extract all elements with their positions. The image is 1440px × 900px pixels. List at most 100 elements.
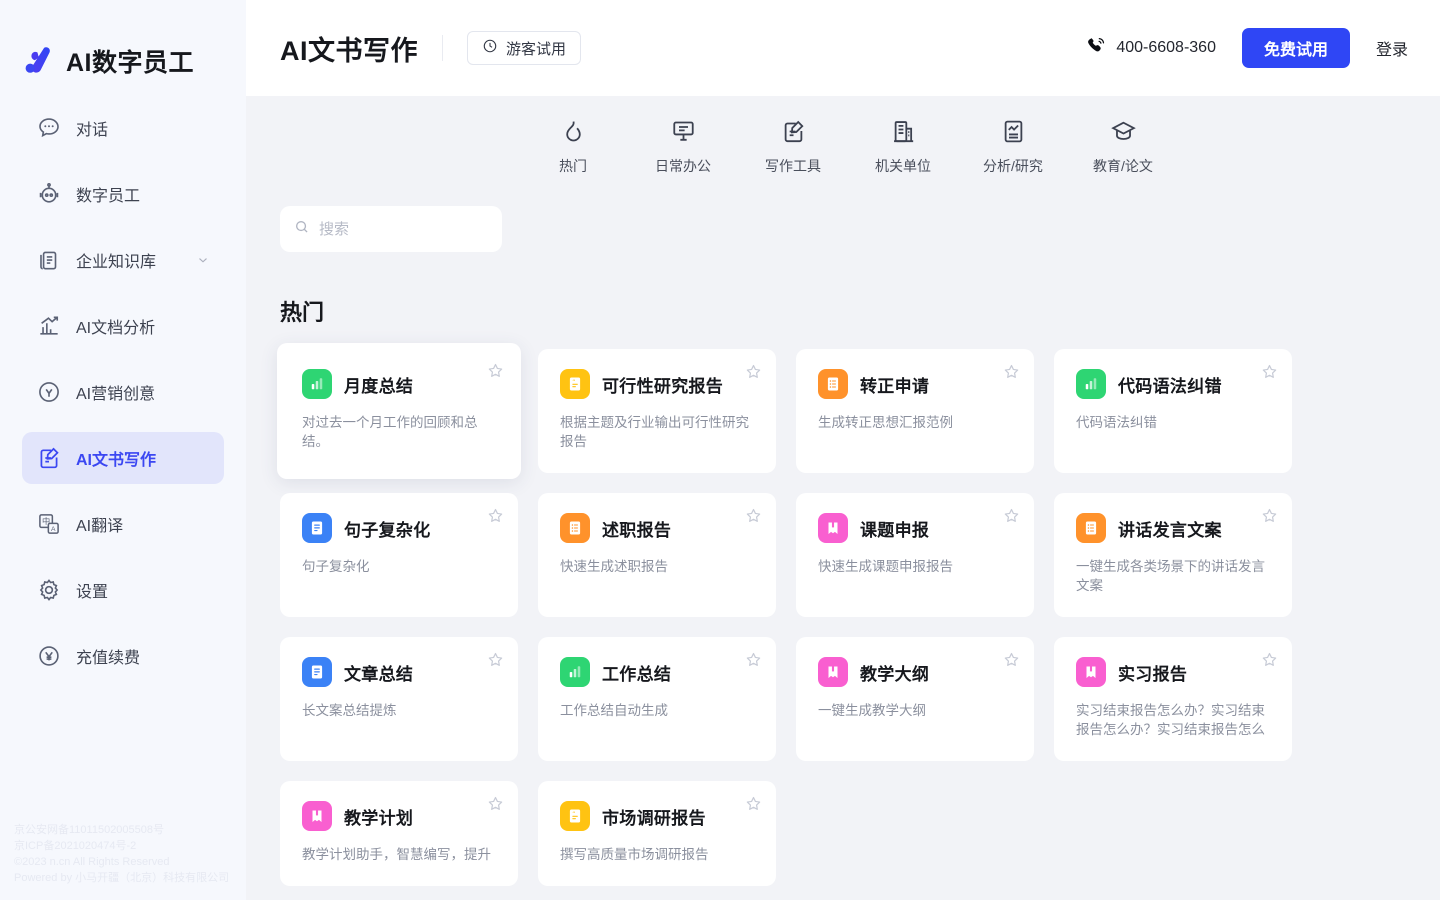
template-card[interactable]: “ 市场调研报告 撰写高质量市场调研报告 (538, 781, 776, 886)
favorite-star-icon[interactable] (745, 795, 762, 812)
template-card[interactable]: 教学大纲 一键生成教学大纲 (796, 637, 1034, 761)
sidebar-item-dialogue[interactable]: 对话 (22, 102, 224, 154)
template-card[interactable]: 工作总结 工作总结自动生成 (538, 637, 776, 761)
template-card[interactable]: 述职报告 快速生成述职报告 (538, 493, 776, 617)
favorite-star-icon[interactable] (1003, 651, 1020, 668)
template-card[interactable]: “ 可行性研究报告 根据主题及行业输出可行性研究报告 (538, 349, 776, 473)
category-tab-analysis-research[interactable]: 分析/研究 (958, 108, 1068, 176)
book-icon (818, 657, 848, 687)
chevron-down-icon[interactable] (196, 253, 210, 267)
card-description: 对过去一个月工作的回顾和总结。 (302, 413, 498, 451)
template-card[interactable]: 转正申请 生成转正思想汇报范例 (796, 349, 1034, 473)
card-title: 文章总结 (344, 660, 413, 685)
card-description: 生成转正思想汇报范例 (818, 413, 1014, 432)
card-description: 句子复杂化 (302, 557, 498, 576)
login-link[interactable]: 登录 (1376, 36, 1408, 60)
presentation-icon (628, 116, 738, 146)
favorite-star-icon[interactable] (1003, 507, 1020, 524)
brand[interactable]: AI数字员工 (0, 0, 246, 96)
favorite-star-icon[interactable] (1261, 363, 1278, 380)
category-tab-writing-tools[interactable]: 写作工具 (738, 108, 848, 176)
sidebar-item-recharge[interactable]: 充值续费 (22, 630, 224, 682)
template-card[interactable]: 代码语法纠错 代码语法纠错 (1054, 349, 1292, 473)
card-header: 句子复杂化 (302, 513, 498, 543)
quote-doc-icon: “ (560, 369, 590, 399)
sidebar-item-knowledge-base[interactable]: 企业知识库 (22, 234, 224, 286)
template-card[interactable]: 讲话发言文案 一键生成各类场景下的讲话发言文案 (1054, 493, 1292, 617)
page-title: AI文书写作 (280, 29, 418, 68)
card-header: 转正申请 (818, 369, 1014, 399)
favorite-star-icon[interactable] (487, 507, 504, 524)
card-title: 转正申请 (860, 372, 929, 397)
category-tab-label: 写作工具 (738, 156, 848, 176)
card-header: 讲话发言文案 (1076, 513, 1272, 543)
robot-icon (36, 181, 62, 207)
header-actions: 400-6608-360 免费试用 登录 (1086, 28, 1408, 68)
book-icon (1076, 657, 1106, 687)
favorite-star-icon[interactable] (487, 362, 504, 379)
chart-doc-icon (1076, 369, 1106, 399)
template-card[interactable]: 实习报告 实习结束报告怎么办？实习结束报告怎么办？实习结束报告怎么 (1054, 637, 1292, 761)
category-tab-government[interactable]: 机关单位 (848, 108, 958, 176)
sidebar-item-label: AI营销创意 (76, 380, 210, 404)
chart-doc-icon (302, 369, 332, 399)
sidebar-item-settings[interactable]: 设置 (22, 564, 224, 616)
favorite-star-icon[interactable] (745, 507, 762, 524)
category-tabs: 热门 日常办公 写作工具 (246, 96, 1440, 176)
guest-trial-label: 游客试用 (506, 38, 566, 59)
template-card[interactable]: 课题申报 快速生成课题申报报告 (796, 493, 1034, 617)
list-doc-icon (1076, 513, 1106, 543)
phone-icon (1086, 36, 1106, 61)
card-description: 代码语法纠错 (1076, 413, 1272, 432)
category-tab-label: 教育/论文 (1068, 156, 1178, 176)
chat-bubble-icon (36, 115, 62, 141)
category-tab-label: 热门 (518, 156, 628, 176)
category-tab-daily-office[interactable]: 日常办公 (628, 108, 738, 176)
header-divider (442, 35, 443, 61)
card-title: 句子复杂化 (344, 516, 431, 541)
card-description: 撰写高质量市场调研报告 (560, 845, 756, 864)
template-card[interactable]: 月度总结 对过去一个月工作的回顾和总结。 (277, 343, 521, 479)
sidebar-item-document-analysis[interactable]: AI文档分析 (22, 300, 224, 352)
free-trial-button[interactable]: 免费试用 (1242, 28, 1350, 68)
footer-line: 京公安网备11011502005508号 (14, 822, 229, 838)
search-input[interactable] (319, 221, 488, 238)
card-header: 文章总结 (302, 657, 498, 687)
sidebar-footer: 京公安网备11011502005508号 京ICP备2021020474号-2 … (14, 822, 229, 886)
chart-analysis-icon (36, 313, 62, 339)
card-header: 月度总结 (302, 369, 498, 399)
document-edit-icon (36, 445, 62, 471)
brand-logo-icon (22, 44, 56, 78)
support-phone[interactable]: 400-6608-360 (1086, 36, 1216, 61)
template-card[interactable]: 文章总结 长文案总结提炼 (280, 637, 518, 761)
guest-trial-button[interactable]: 游客试用 (467, 31, 581, 65)
sidebar-item-marketing-creative[interactable]: AI营销创意 (22, 366, 224, 418)
sidebar-item-digital-employee[interactable]: 数字员工 (22, 168, 224, 220)
favorite-star-icon[interactable] (487, 651, 504, 668)
card-header: 课题申报 (818, 513, 1014, 543)
search-area (246, 176, 1440, 252)
favorite-star-icon[interactable] (745, 651, 762, 668)
template-card[interactable]: 教学计划 教学计划助手，智慧编写，提升 (280, 781, 518, 886)
favorite-star-icon[interactable] (1003, 363, 1020, 380)
card-description: 一键生成各类场景下的讲话发言文案 (1076, 557, 1272, 595)
category-tab-hot[interactable]: 热门 (518, 108, 628, 176)
sidebar-item-document-writing[interactable]: AI文书写作 (22, 432, 224, 484)
svg-text:A: A (51, 526, 56, 533)
knowledge-base-icon (36, 247, 62, 273)
search-box[interactable] (280, 206, 502, 252)
favorite-star-icon[interactable] (1261, 507, 1278, 524)
yuan-coin-icon (36, 643, 62, 669)
favorite-star-icon[interactable] (745, 363, 762, 380)
card-header: 教学大纲 (818, 657, 1014, 687)
list-doc-icon (818, 369, 848, 399)
favorite-star-icon[interactable] (1261, 651, 1278, 668)
sidebar-item-translate[interactable]: 中A AI翻译 (22, 498, 224, 550)
section-title: 热门 (280, 295, 1440, 327)
template-card[interactable]: 句子复杂化 句子复杂化 (280, 493, 518, 617)
favorite-star-icon[interactable] (487, 795, 504, 812)
list-doc-icon (560, 513, 590, 543)
card-header: 述职报告 (560, 513, 756, 543)
category-tab-education-thesis[interactable]: 教育/论文 (1068, 108, 1178, 176)
card-description: 一键生成教学大纲 (818, 701, 1014, 720)
